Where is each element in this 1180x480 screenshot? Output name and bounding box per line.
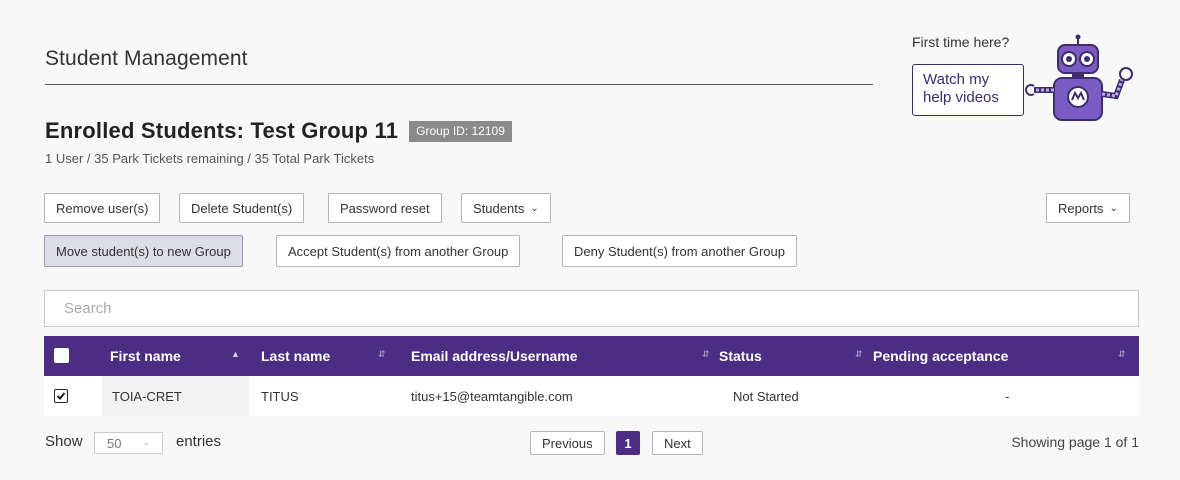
page-title: Student Management [45, 47, 248, 70]
ticket-summary: 1 User / 35 Park Tickets remaining / 35 … [45, 151, 375, 166]
column-status[interactable]: Status [719, 336, 762, 376]
cell-email: titus+15@teamtangible.com [411, 388, 573, 404]
group-title: Enrolled Students: Test Group 11 [45, 118, 399, 143]
chevron-down-icon: ⌄ [530, 202, 539, 214]
column-first-name[interactable]: First name [110, 336, 181, 376]
move-students-button[interactable]: Move student(s) to new Group [44, 235, 243, 267]
column-label: Pending acceptance [873, 348, 1009, 364]
students-dropdown-label: Students [473, 200, 525, 216]
cell-first-name: TOIA-CRET [102, 376, 249, 416]
delete-students-button[interactable]: Delete Student(s) [179, 193, 305, 223]
accept-students-button[interactable]: Accept Student(s) from another Group [276, 235, 521, 267]
row-checkbox[interactable] [54, 389, 68, 403]
deny-students-button[interactable]: Deny Student(s) from another Group [562, 235, 797, 267]
page-length-select[interactable]: 50 ⌄ [94, 432, 163, 454]
sort-both-icon: ⇵ [1118, 349, 1126, 359]
cell-pending: - [1005, 388, 1010, 404]
entries-label: entries [176, 433, 222, 450]
column-label: Last name [261, 348, 331, 364]
helper-question: First time here? [912, 34, 1010, 50]
pagination-info: Showing page 1 of 1 [1011, 434, 1139, 450]
help-videos-line1: Watch my [923, 71, 990, 88]
student-management-page: Student Management First time here? Watc… [0, 0, 1180, 480]
page-length-value: 50 [107, 436, 122, 451]
sort-both-icon: ⇵ [855, 349, 863, 359]
robot-mascot-icon[interactable] [1008, 34, 1144, 124]
title-divider [45, 84, 873, 85]
select-all-checkbox[interactable] [54, 348, 69, 363]
students-dropdown-button[interactable]: Students ⌄ [461, 193, 551, 223]
chevron-down-icon: ⌄ [1109, 202, 1118, 214]
current-page-button[interactable]: 1 [616, 431, 640, 455]
reports-dropdown-button[interactable]: Reports ⌄ [1046, 193, 1130, 223]
help-videos-widget: First time here? Watch my help videos [912, 34, 1142, 129]
students-table: First name ▲ Last name ⇵ Email address/U… [44, 336, 1139, 416]
checkmark-icon [56, 392, 66, 400]
reports-dropdown-label: Reports [1058, 200, 1104, 216]
column-label: Status [719, 348, 762, 364]
chevron-down-icon: ⌄ [142, 437, 150, 447]
show-label: Show [45, 433, 83, 450]
table-footer: Show 50 ⌄ entries Previous 1 Next Showin… [44, 430, 1139, 456]
column-email[interactable]: Email address/Username [411, 336, 578, 376]
sort-ascending-icon: ▲ [231, 349, 240, 359]
previous-page-button[interactable]: Previous [530, 431, 605, 455]
column-last-name[interactable]: Last name [261, 336, 330, 376]
column-label: First name [110, 348, 181, 364]
group-heading: Enrolled Students: Test Group 11 Group I… [45, 118, 512, 144]
cell-last-name: TITUS [261, 388, 299, 404]
group-id-badge: Group ID: 12109 [409, 120, 512, 142]
help-videos-line2: help videos [923, 89, 999, 106]
cell-status: Not Started [733, 388, 799, 404]
column-label: Email address/Username [411, 348, 578, 364]
sort-both-icon: ⇵ [702, 349, 710, 359]
table-row[interactable]: TOIA-CRET TITUS titus+15@teamtangible.co… [44, 376, 1139, 416]
next-page-button[interactable]: Next [652, 431, 703, 455]
column-pending-acceptance[interactable]: Pending acceptance [873, 336, 1008, 376]
search-input[interactable] [44, 290, 1139, 327]
remove-users-button[interactable]: Remove user(s) [44, 193, 161, 223]
sort-both-icon: ⇵ [378, 349, 386, 359]
password-reset-button[interactable]: Password reset [328, 193, 442, 223]
table-header: First name ▲ Last name ⇵ Email address/U… [44, 336, 1139, 376]
